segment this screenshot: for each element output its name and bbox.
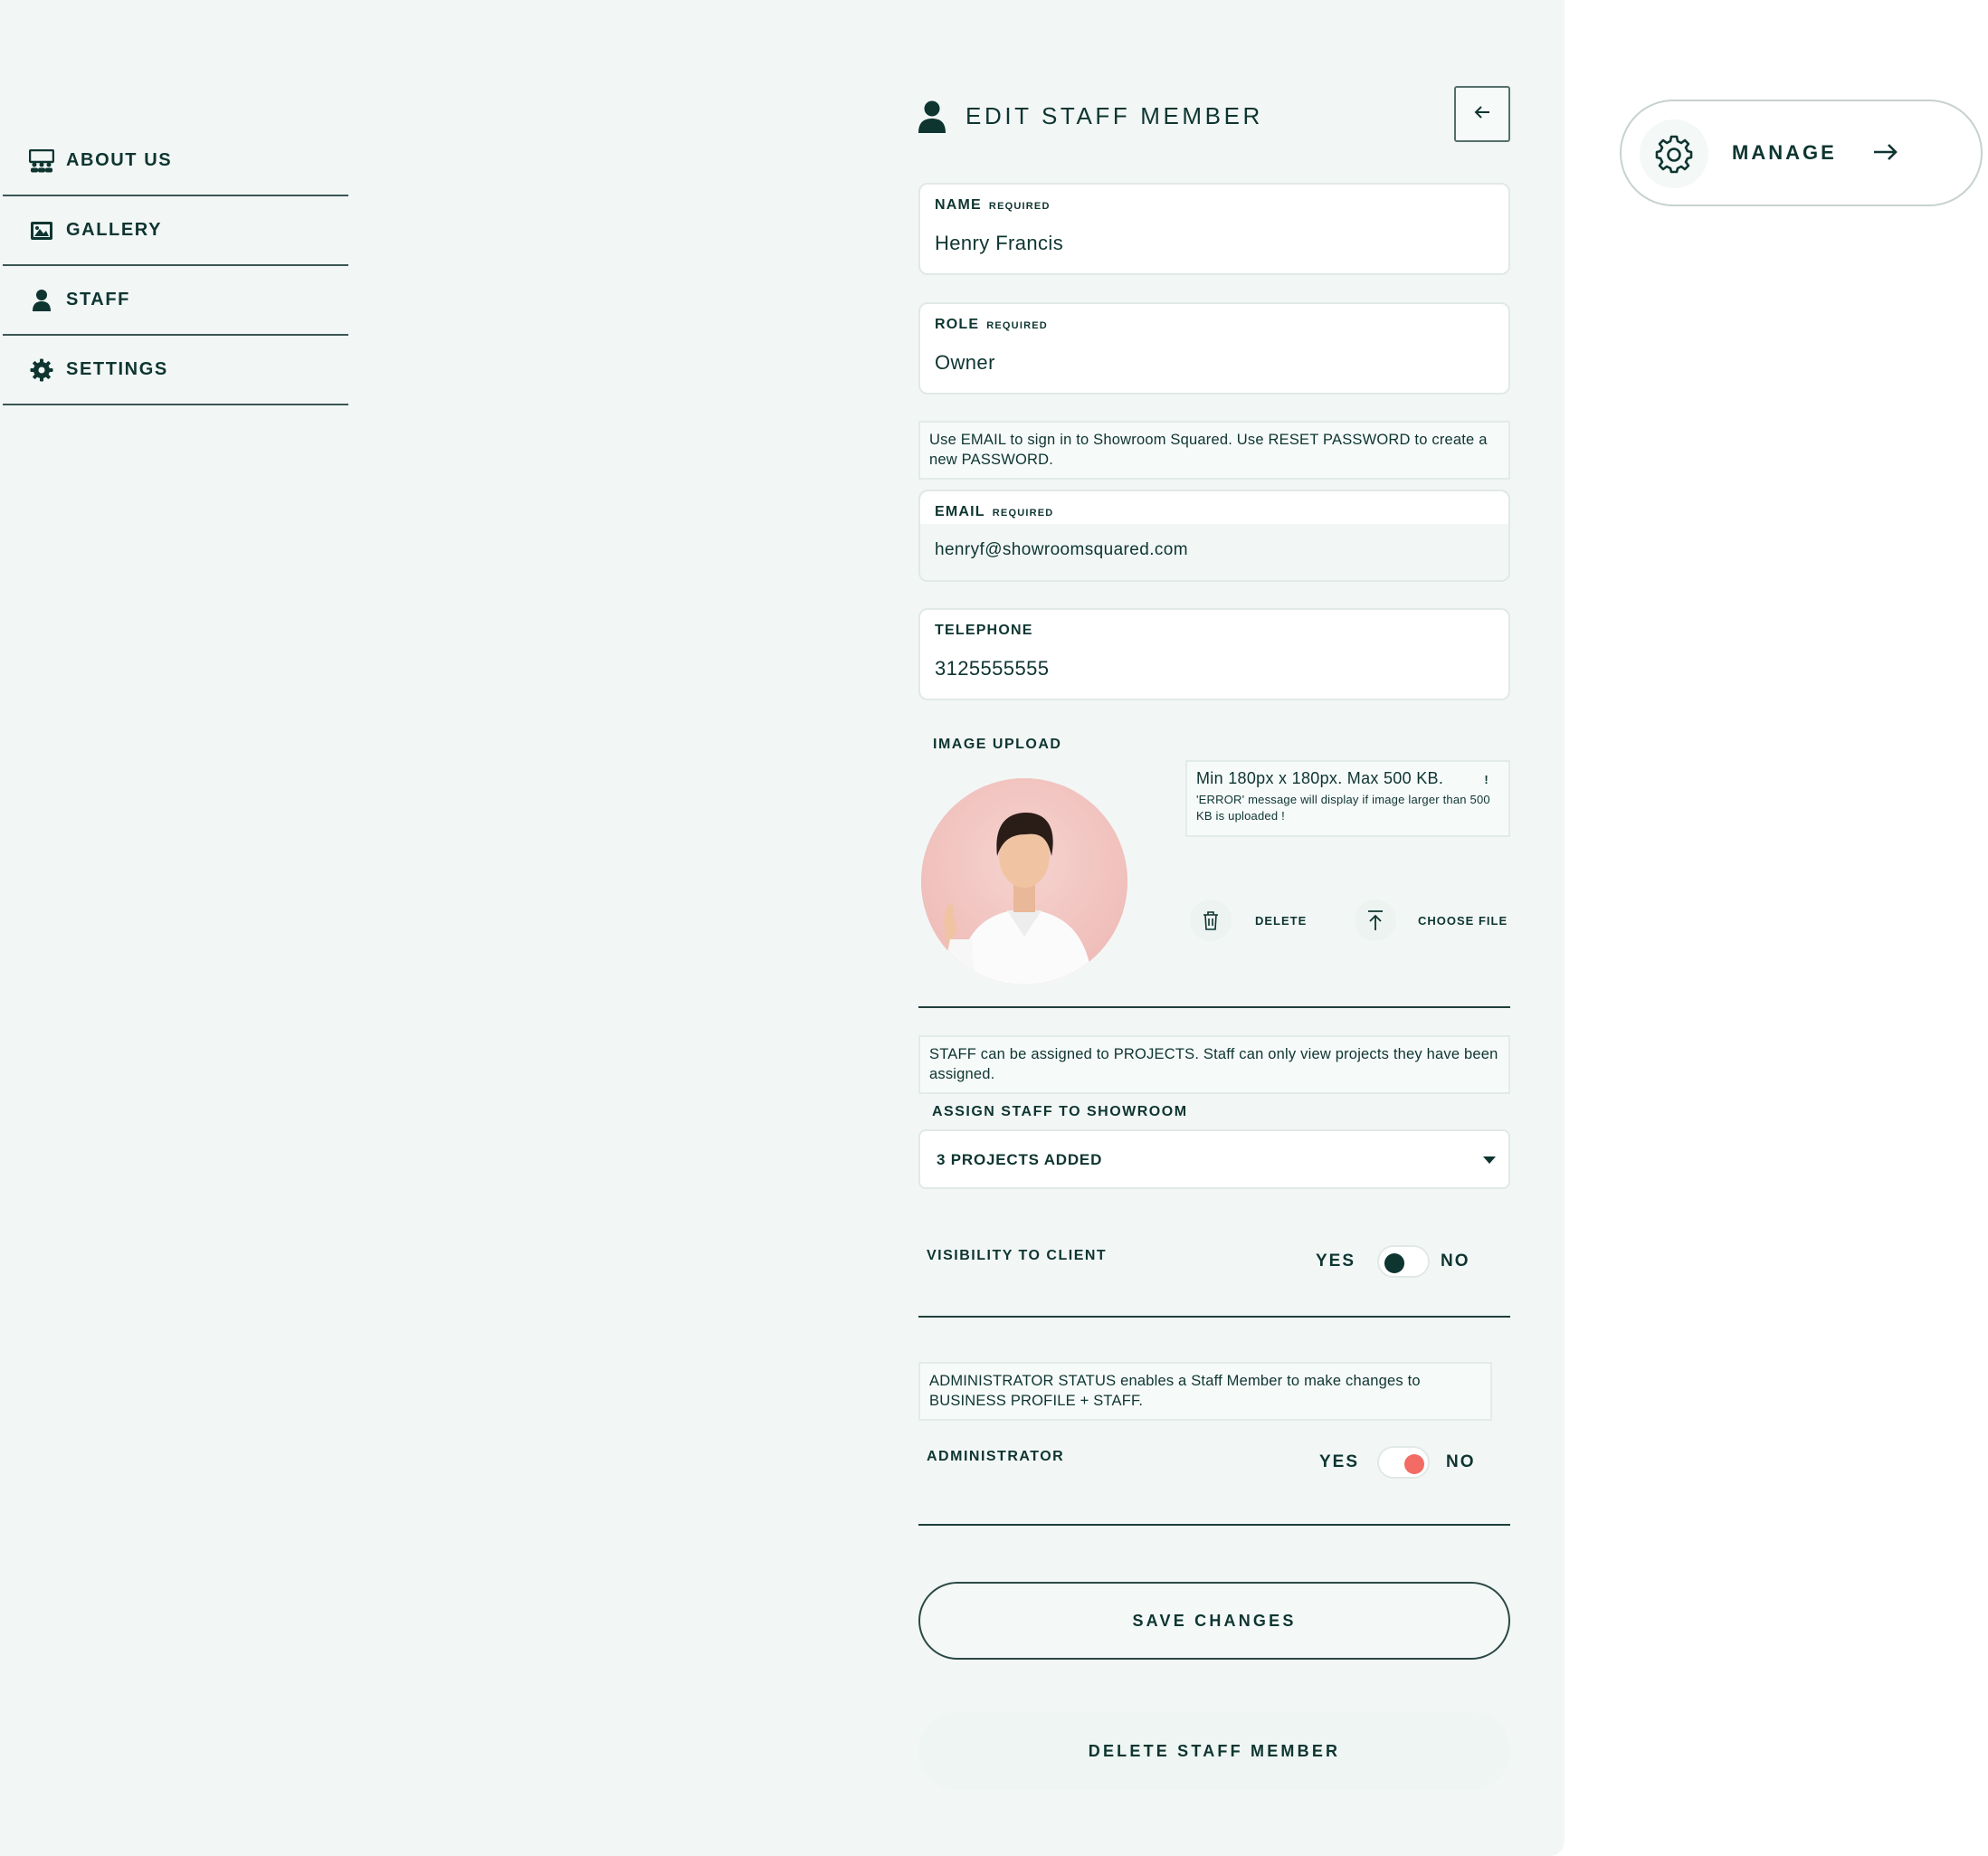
- back-button[interactable]: [1454, 86, 1510, 142]
- gear-icon: [28, 357, 55, 384]
- choose-file-label: CHOOSE FILE: [1418, 913, 1508, 928]
- user-icon: [28, 287, 55, 314]
- email-input[interactable]: henryf@showroomsquared.com: [935, 540, 1188, 560]
- telephone-input[interactable]: 3125555555: [935, 657, 1049, 681]
- required-tag: REQUIRED: [992, 508, 1054, 519]
- user-icon: [918, 100, 946, 133]
- divider: [918, 1524, 1510, 1526]
- manage-button[interactable]: MANAGE: [1620, 100, 1983, 206]
- assign-projects-select[interactable]: 3 PROJECTS ADDED: [918, 1129, 1510, 1189]
- administrator-label: ADMINISTRATOR: [927, 1449, 1065, 1464]
- image-hint-sub: 'ERROR' message will display if image la…: [1196, 793, 1490, 823]
- assign-label: ASSIGN STAFF TO SHOWROOM: [932, 1104, 1188, 1119]
- role-field[interactable]: ROLE REQUIRED Owner: [918, 302, 1510, 395]
- divider: [918, 1006, 1510, 1008]
- required-tag: REQUIRED: [988, 201, 1051, 212]
- assign-note: STAFF can be assigned to PROJECTS. Staff…: [918, 1035, 1510, 1094]
- sidebar-item-about-us[interactable]: ABOUT US: [3, 127, 348, 196]
- image-hint-main: Min 180px x 180px. Max 500 KB.: [1196, 769, 1444, 787]
- arrow-left-icon: [1474, 105, 1490, 124]
- toggle-knob: [1384, 1253, 1404, 1273]
- required-tag: REQUIRED: [986, 320, 1048, 331]
- page-title: EDIT STAFF MEMBER: [965, 102, 1263, 129]
- manage-label: MANAGE: [1732, 141, 1837, 164]
- administrator-no-label: NO: [1446, 1452, 1476, 1471]
- save-changes-button[interactable]: SAVE CHANGES: [918, 1582, 1510, 1660]
- sidebar-item-label: SETTINGS: [66, 359, 168, 379]
- delete-image-button[interactable]: DELETE: [1190, 899, 1307, 941]
- delete-staff-member-button[interactable]: DELETE STAFF MEMBER: [918, 1712, 1510, 1790]
- save-changes-label: SAVE CHANGES: [1132, 1611, 1297, 1630]
- assign-select-value: 3 PROJECTS ADDED: [937, 1151, 1103, 1168]
- administrator-toggle[interactable]: [1377, 1446, 1430, 1479]
- sidebar-item-settings[interactable]: SETTINGS: [3, 336, 348, 405]
- email-note: Use EMAIL to sign in to Showroom Squared…: [918, 421, 1510, 480]
- sidebar: ABOUT US GALLERY STAFF SETTINGS: [3, 127, 348, 405]
- delete-staff-member-label: DELETE STAFF MEMBER: [1088, 1741, 1341, 1760]
- sidebar-item-gallery[interactable]: GALLERY: [3, 196, 348, 266]
- upload-icon: [1355, 899, 1396, 941]
- role-input[interactable]: Owner: [935, 351, 995, 375]
- role-label: ROLE REQUIRED: [935, 317, 1048, 332]
- image-icon: [28, 217, 55, 244]
- form-header: EDIT STAFF MEMBER: [918, 86, 1510, 149]
- visibility-yes-label: YES: [1316, 1252, 1356, 1271]
- visibility-toggle[interactable]: [1377, 1245, 1430, 1278]
- telephone-field[interactable]: TELEPHONE 3125555555: [918, 608, 1510, 700]
- sidebar-item-staff[interactable]: STAFF: [3, 266, 348, 336]
- name-label: NAME REQUIRED: [935, 197, 1051, 213]
- choose-file-button[interactable]: CHOOSE FILE: [1355, 899, 1508, 941]
- main-panel: ABOUT US GALLERY STAFF SETTINGS EDIT STA…: [0, 0, 1565, 1856]
- name-field[interactable]: NAME REQUIRED Henry Francis: [918, 183, 1510, 275]
- trash-icon: [1190, 899, 1232, 941]
- delete-image-label: DELETE: [1255, 913, 1308, 928]
- gear-icon: [1640, 119, 1708, 188]
- warning-mark: !: [1484, 773, 1489, 786]
- team-icon: [28, 148, 55, 175]
- toggle-knob: [1404, 1454, 1424, 1474]
- administrator-yes-label: YES: [1319, 1452, 1360, 1471]
- chevron-down-icon: [1483, 1156, 1496, 1164]
- divider: [918, 1316, 1510, 1318]
- staff-photo: [921, 778, 1127, 985]
- telephone-label: TELEPHONE: [935, 623, 1033, 638]
- visibility-no-label: NO: [1441, 1252, 1470, 1271]
- visibility-label: VISIBILITY TO CLIENT: [927, 1248, 1108, 1263]
- admin-note: ADMINISTRATOR STATUS enables a Staff Mem…: [918, 1362, 1492, 1421]
- name-input[interactable]: Henry Francis: [935, 232, 1063, 255]
- email-label: EMAIL REQUIRED: [935, 504, 1054, 519]
- image-upload-label: IMAGE UPLOAD: [933, 737, 1062, 752]
- arrow-right-icon: [1873, 141, 1898, 166]
- sidebar-item-label: STAFF: [66, 290, 130, 309]
- sidebar-item-label: ABOUT US: [66, 150, 173, 170]
- image-hint: Min 180px x 180px. Max 500 KB.! 'ERROR' …: [1185, 760, 1510, 837]
- sidebar-item-label: GALLERY: [66, 220, 163, 240]
- email-field[interactable]: EMAIL REQUIRED henryf@showroomsquared.com: [918, 490, 1510, 582]
